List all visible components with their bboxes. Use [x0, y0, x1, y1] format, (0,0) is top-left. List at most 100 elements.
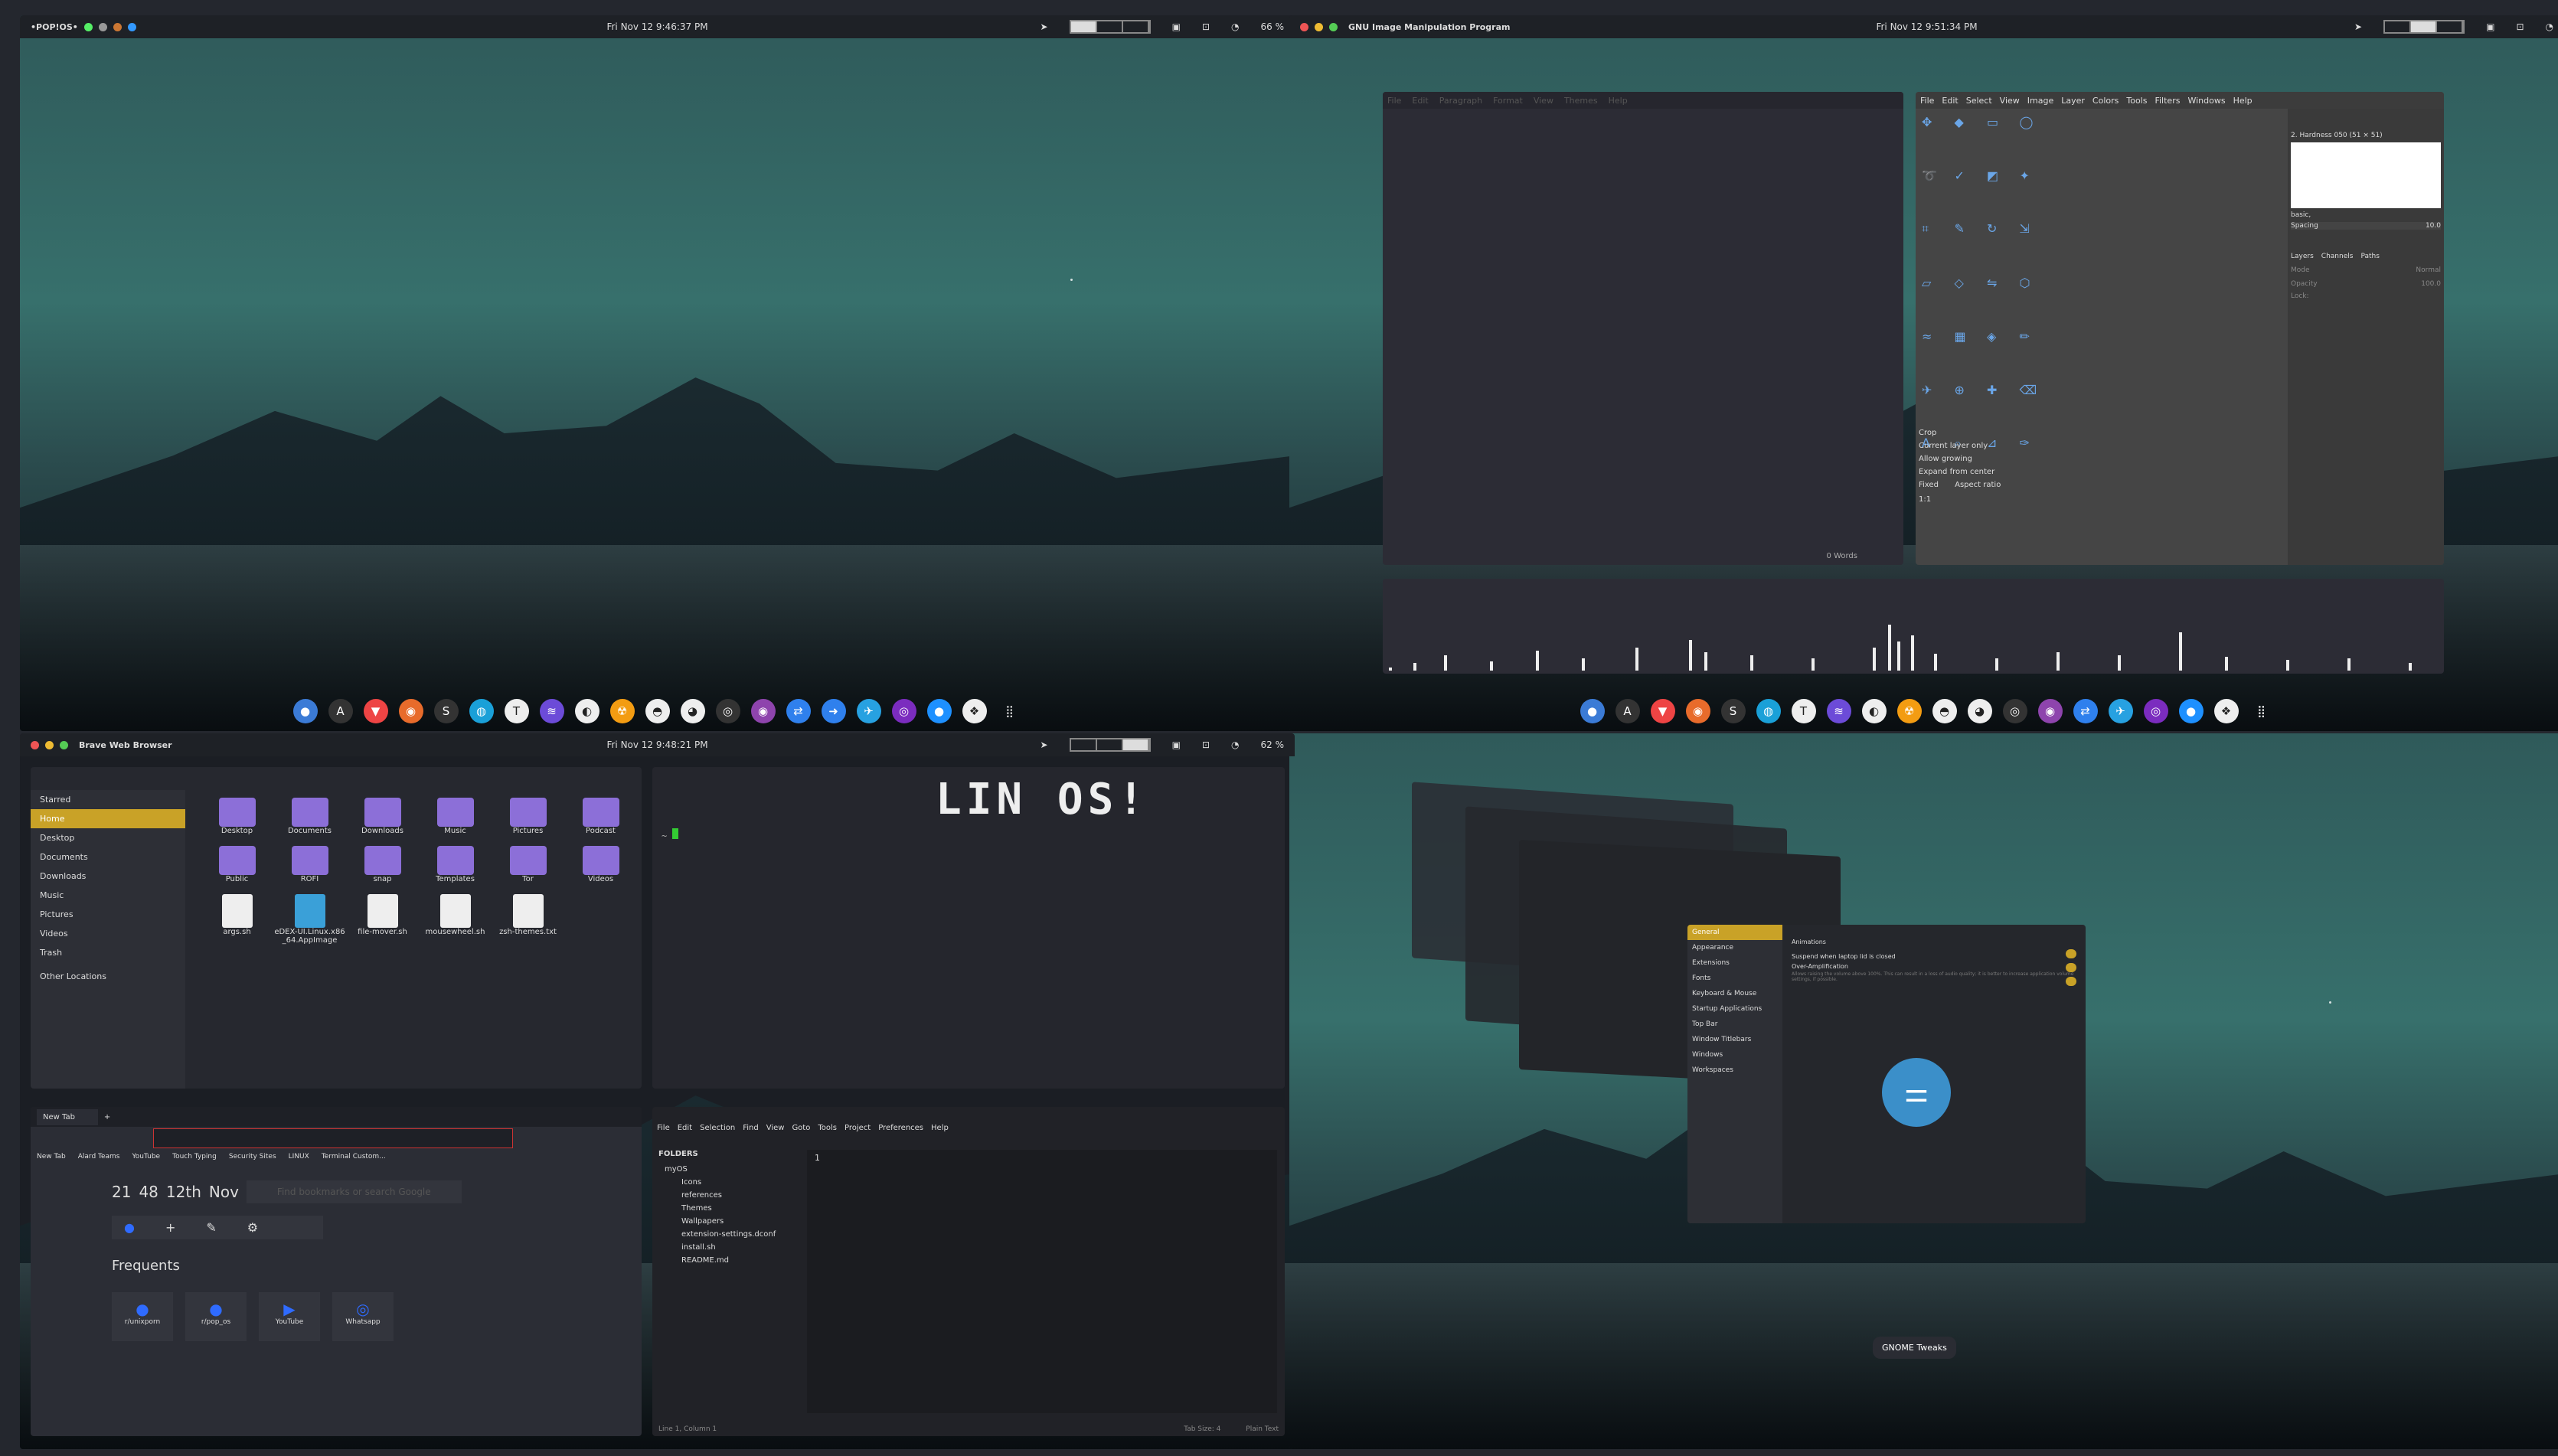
- tweaks-item[interactable]: General: [1687, 925, 1782, 940]
- lasso-icon[interactable]: ➰: [1922, 168, 1947, 214]
- tweaks-item[interactable]: Startup Applications: [1687, 1001, 1782, 1017]
- clock[interactable]: Fri Nov 12 9:46:37 PM: [606, 21, 707, 32]
- screenshot-icon[interactable]: ▣: [1172, 21, 1181, 32]
- site-tile[interactable]: ◎ Whatsapp: [332, 1292, 394, 1341]
- disk-icon[interactable]: ◐: [574, 699, 599, 723]
- color-select-icon[interactable]: ◩: [1987, 168, 2012, 214]
- gimp-menu-select[interactable]: Select: [1966, 96, 1992, 106]
- toggle-icon[interactable]: ⇄: [2073, 699, 2098, 723]
- gimp-menu-image[interactable]: Image: [2027, 96, 2053, 106]
- toggle-icon[interactable]: ⇄: [786, 699, 811, 723]
- active-app[interactable]: Brave Web Browser: [79, 740, 172, 750]
- lock-icon[interactable]: ⊡: [1202, 21, 1210, 32]
- move-tool-icon[interactable]: ✥: [1922, 115, 1947, 161]
- s-icon[interactable]: S: [433, 699, 459, 723]
- gimp-icon[interactable]: ◓: [645, 699, 670, 723]
- new-tab-button[interactable]: +: [104, 1113, 110, 1121]
- gimp-menu-help[interactable]: Help: [2233, 96, 2253, 106]
- github-icon[interactable]: ◕: [680, 699, 705, 723]
- file-item[interactable]: Documents: [273, 798, 346, 835]
- ellipse-select-icon[interactable]: ◯: [2020, 115, 2045, 161]
- heal-icon[interactable]: ✚: [1987, 383, 2012, 429]
- tweaks-item[interactable]: Workspaces: [1687, 1063, 1782, 1078]
- tweaks-item[interactable]: Fonts: [1687, 971, 1782, 986]
- sidebar-videos[interactable]: Videos: [31, 924, 185, 943]
- airbrush-icon[interactable]: ✈: [1922, 383, 1947, 429]
- menu-item[interactable]: Preferences: [878, 1124, 923, 1132]
- active-app[interactable]: GNU Image Manipulation Program: [1348, 22, 1510, 32]
- obs-icon[interactable]: ◎: [715, 699, 740, 723]
- tree-item[interactable]: myOS: [658, 1163, 796, 1176]
- file-item[interactable]: snap: [346, 846, 419, 883]
- app-grid-icon[interactable]: ⣿: [2249, 699, 2274, 723]
- terminal-prompt[interactable]: ~: [662, 828, 679, 841]
- tree-item[interactable]: Icons: [658, 1176, 796, 1189]
- podcast-icon[interactable]: ◎: [891, 699, 916, 723]
- menu-item[interactable]: Tools: [818, 1124, 837, 1132]
- gimp-menu-layer[interactable]: Layer: [2061, 96, 2085, 106]
- paint-icon[interactable]: ✎: [1955, 221, 1980, 268]
- file-item[interactable]: eDEX-UI.Linux.x86_64.AppImage: [273, 894, 346, 945]
- search-input[interactable]: Find bookmarks or search Google: [246, 1180, 462, 1203]
- bookmark[interactable]: Terminal Custom...: [322, 1153, 386, 1161]
- a-icon[interactable]: A: [1615, 699, 1640, 723]
- crop-opt-fixed[interactable]: Fixed: [1919, 481, 1939, 489]
- toggle-animations[interactable]: [2066, 949, 2076, 958]
- pen-icon[interactable]: ✎: [206, 1220, 216, 1235]
- file-item[interactable]: zsh-themes.txt: [492, 894, 564, 945]
- brave-icon[interactable]: ▼: [1650, 699, 1675, 723]
- edit-icon[interactable]: ≋: [1826, 699, 1851, 723]
- a-icon[interactable]: A: [328, 699, 353, 723]
- file-item[interactable]: Podcast: [564, 798, 637, 835]
- obs-icon[interactable]: ◎: [2002, 699, 2027, 723]
- tab-paths[interactable]: Paths: [2360, 253, 2379, 260]
- perspective-icon[interactable]: ◇: [1955, 276, 1980, 322]
- tweaks-item[interactable]: Keyboard & Mouse: [1687, 986, 1782, 1001]
- bookmark[interactable]: YouTube: [132, 1153, 161, 1161]
- file-item[interactable]: Templates: [419, 846, 492, 883]
- clock[interactable]: Fri Nov 12 9:51:34 PM: [1876, 21, 1977, 32]
- gimp-menu-view[interactable]: View: [2000, 96, 2020, 106]
- wand-icon[interactable]: ✦: [2020, 168, 2045, 214]
- bookmark[interactable]: Alard Teams: [78, 1153, 120, 1161]
- firefox-icon[interactable]: ◉: [1685, 699, 1710, 723]
- tweaks-item[interactable]: Top Bar: [1687, 1017, 1782, 1032]
- bucket-icon[interactable]: ◈: [1987, 329, 2012, 375]
- file-item[interactable]: file-mover.sh: [346, 894, 419, 945]
- sidebar-trash[interactable]: Trash: [31, 943, 185, 962]
- brave-icon[interactable]: ▼: [363, 699, 388, 723]
- warp-icon[interactable]: ≈: [1922, 329, 1947, 375]
- tab-layers[interactable]: Layers: [2291, 253, 2314, 260]
- aspect-select[interactable]: Aspect ratio: [1955, 481, 2001, 489]
- app-grid-icon[interactable]: ⣿: [998, 699, 1022, 723]
- menu-edit[interactable]: Edit: [1412, 96, 1428, 106]
- eraser-icon[interactable]: ⌫: [2020, 383, 2045, 429]
- firefox-icon[interactable]: ◉: [398, 699, 423, 723]
- sidebar-music[interactable]: Music: [31, 886, 185, 905]
- disk-icon[interactable]: ◐: [1861, 699, 1887, 723]
- gimp-menu-edit[interactable]: Edit: [1942, 96, 1958, 106]
- sidebar-downloads[interactable]: Downloads: [31, 867, 185, 886]
- send-icon[interactable]: ➤: [1041, 21, 1048, 32]
- typora-icon[interactable]: T: [1791, 699, 1816, 723]
- menu-item[interactable]: Selection: [700, 1124, 735, 1132]
- bookmark[interactable]: New Tab: [37, 1153, 66, 1161]
- spacing-value[interactable]: 10.0: [2426, 222, 2441, 230]
- sidebar-starred[interactable]: Starred: [31, 790, 185, 809]
- tor-icon[interactable]: ◉: [2037, 699, 2063, 723]
- bookmark[interactable]: LINUX: [289, 1153, 309, 1161]
- file-item[interactable]: Pictures: [492, 798, 564, 835]
- tweaks-app-icon[interactable]: ⚌: [1882, 1058, 1951, 1127]
- sidebar-other-locations[interactable]: Other Locations: [31, 962, 185, 991]
- add-icon[interactable]: +: [165, 1220, 175, 1235]
- opacity-value[interactable]: 100.0: [2421, 280, 2441, 288]
- site-tile[interactable]: ● r/unixporn: [112, 1292, 173, 1341]
- align-tool-icon[interactable]: ◆: [1955, 115, 1980, 161]
- scale-icon[interactable]: ⇲: [2020, 221, 2045, 268]
- editor-area[interactable]: 1: [807, 1150, 1277, 1413]
- gimp-menu-filters[interactable]: Filters: [2155, 96, 2180, 106]
- blue-icon[interactable]: ●: [926, 699, 952, 723]
- tab-channels[interactable]: Channels: [2321, 253, 2354, 260]
- file-item[interactable]: mousewheel.sh: [419, 894, 492, 945]
- cage-icon[interactable]: ⬡: [2020, 276, 2045, 322]
